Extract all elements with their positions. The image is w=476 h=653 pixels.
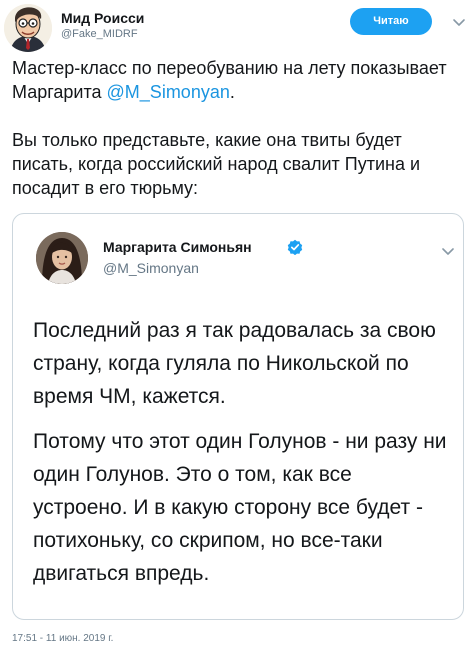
quoted-tweet-paragraph: Потому что этот один Голунов - ни разу н… — [33, 430, 447, 585]
tweet-paragraph: Вы только представьте, какие она твиты б… — [12, 130, 421, 198]
quoted-tweet-paragraph: Последний раз я так радовалась за свою с… — [33, 319, 436, 408]
chevron-down-icon[interactable] — [452, 15, 466, 29]
tweet-text-suffix: . — [229, 82, 235, 102]
quoted-tweet-text: Последний раз я так радовалась за свою с… — [33, 314, 448, 590]
tweet-timestamp[interactable]: 17:51 - 11 июн. 2019 г. — [12, 633, 113, 644]
mention-link[interactable]: @M_Simonyan — [107, 82, 230, 102]
cartoon-avatar-icon[interactable] — [4, 4, 52, 52]
author-handle[interactable]: @Fake_MIDRF — [61, 28, 138, 40]
tweet-paragraph: Мастер-класс по переобуванию на лету пок… — [12, 56, 467, 104]
quoted-author-handle[interactable]: @M_Simonyan — [103, 260, 199, 276]
tweet-header: Мид Роисси @Fake_MIDRF Читаю — [0, 0, 476, 56]
tweet-text: Мастер-класс по переобуванию на лету пок… — [12, 56, 467, 200]
author-display-name[interactable]: Мид Роисси — [61, 10, 144, 26]
verified-badge-icon — [287, 239, 303, 255]
profile-photo-icon[interactable] — [36, 232, 88, 284]
follow-button[interactable]: Читаю — [350, 8, 432, 35]
chevron-down-icon[interactable] — [441, 244, 455, 258]
quoted-tweet-card[interactable]: Маргарита Симоньян @M_Simonyan Последний… — [12, 213, 464, 620]
quoted-author-display-name[interactable]: Маргарита Симоньян — [103, 239, 252, 255]
